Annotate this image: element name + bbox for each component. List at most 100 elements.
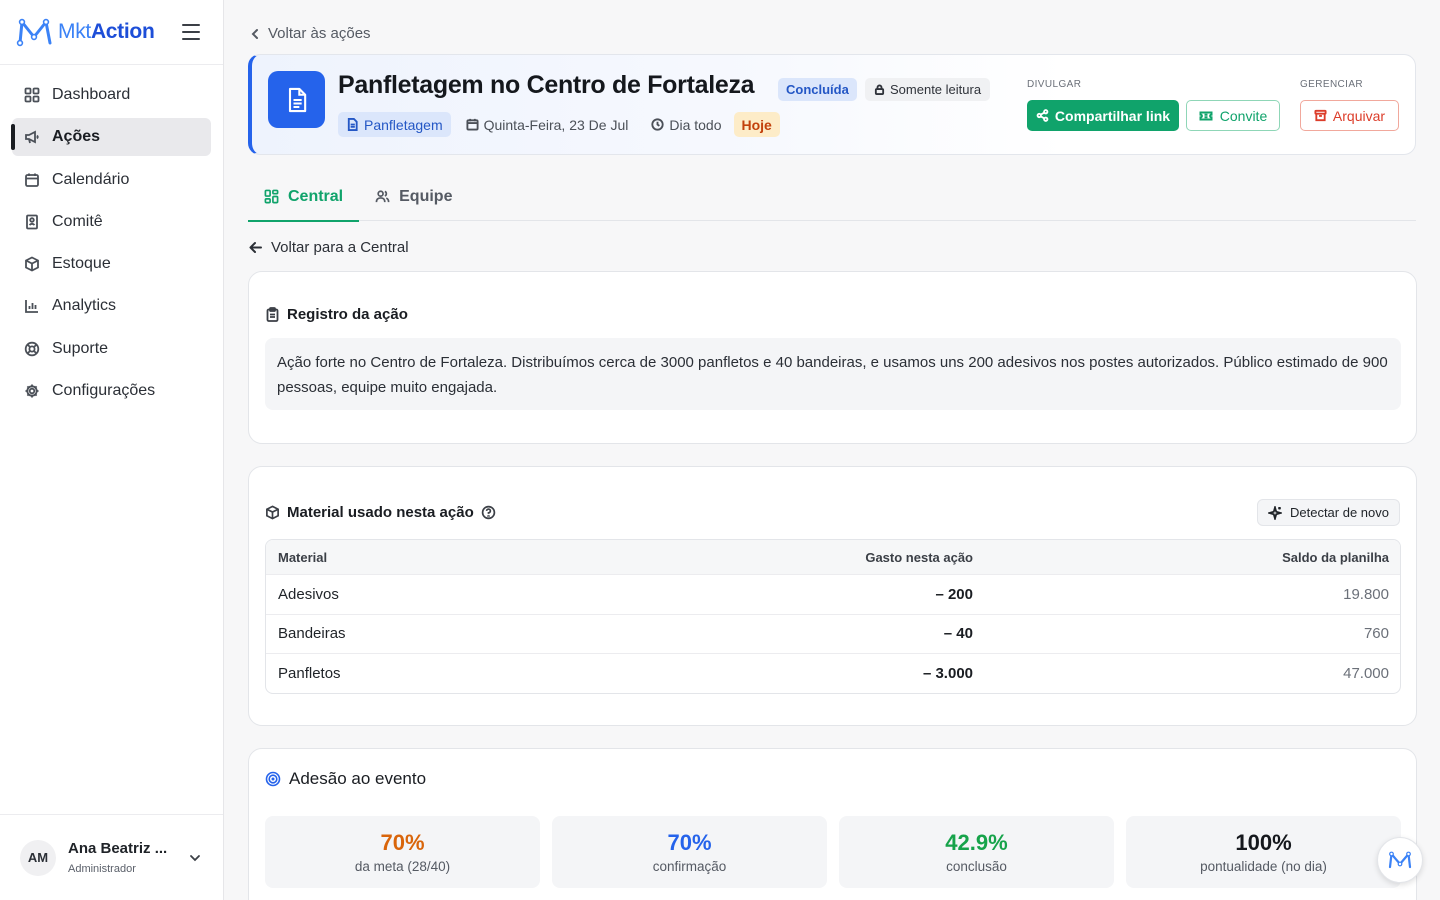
sidebar-item-estoque[interactable]: Estoque xyxy=(12,245,211,283)
sidebar-item-dashboard[interactable]: Dashboard xyxy=(12,76,211,114)
archive-label: Arquivar xyxy=(1332,107,1386,124)
stat-goal: 70% da meta (28/40) xyxy=(265,816,540,888)
sidebar-item-configuracoes[interactable]: Configurações xyxy=(12,372,211,410)
material-name: Panfletos xyxy=(278,664,341,682)
grid-icon xyxy=(24,87,40,103)
sidebar-item-label: Suporte xyxy=(52,339,109,357)
stat-value: 100% xyxy=(1235,830,1292,855)
user-role: Administrador xyxy=(68,863,136,875)
user-menu[interactable]: AM Ana Beatriz ... Administrador xyxy=(0,814,223,900)
action-type-badge: Panfletagem xyxy=(338,112,451,137)
stat-label: confirmação xyxy=(652,859,727,874)
brand-logo[interactable]: MktAction xyxy=(16,17,155,47)
sidebar-item-suporte[interactable]: Suporte xyxy=(12,330,211,368)
material-title-label: Material usado nesta ação xyxy=(287,504,474,521)
clipboard-icon xyxy=(266,307,279,322)
lifebuoy-icon xyxy=(24,341,40,357)
box-icon xyxy=(266,505,279,520)
chevron-down-icon[interactable] xyxy=(188,851,202,865)
detect-again-button[interactable]: Detectar de novo xyxy=(1256,499,1400,526)
sidebar-item-label: Estoque xyxy=(52,255,111,273)
sidebar-item-acoes[interactable]: Ações xyxy=(11,118,211,157)
stat-value: 70% xyxy=(667,830,712,855)
tab-equipe[interactable]: Equipe xyxy=(359,172,468,221)
ticket-icon xyxy=(1199,111,1213,120)
back-to-actions-link[interactable]: Voltar às ações xyxy=(248,25,371,42)
calendar-icon xyxy=(466,118,479,131)
brand-name: MktAction xyxy=(58,20,155,43)
divulgar-section-label: DIVULGAR xyxy=(1027,79,1082,90)
stat-label: da meta (28/40) xyxy=(354,859,451,874)
dashboard-icon xyxy=(264,189,279,204)
gerenciar-section-label: GERENCIAR xyxy=(1300,79,1364,90)
action-time: Dia todo xyxy=(643,112,729,137)
action-log-title-label: Registro da ação xyxy=(287,306,408,323)
help-icon[interactable] xyxy=(481,505,496,520)
hamburger-menu-icon[interactable] xyxy=(180,22,202,42)
readonly-label: Somente leitura xyxy=(890,82,982,97)
stat-label: conclusão xyxy=(946,859,1007,874)
archive-icon xyxy=(1314,109,1327,122)
invite-label: Convite xyxy=(1219,107,1268,124)
back-to-central-link[interactable]: Voltar para a Central xyxy=(248,239,409,256)
stat-confirmation: 70% confirmação xyxy=(552,816,827,888)
column-header-material: Material xyxy=(278,549,328,565)
share-link-label: Compartilhar link xyxy=(1054,107,1171,124)
column-header-spent: Gasto nesta ação xyxy=(865,549,973,565)
column-header-balance: Saldo da planilha xyxy=(1282,549,1389,565)
archive-button[interactable]: Arquivar xyxy=(1300,100,1399,131)
logo-row: MktAction xyxy=(0,0,223,65)
building-icon xyxy=(24,214,40,230)
sparkles-icon xyxy=(1267,505,1282,520)
arrow-left-icon xyxy=(249,242,262,253)
material-spent: – 200 xyxy=(935,585,973,603)
sidebar-item-label: Ações xyxy=(52,128,101,146)
clock-icon xyxy=(651,118,664,131)
sidebar-item-label: Calendário xyxy=(52,170,130,188)
bar-chart-icon xyxy=(24,298,40,314)
stat-label: pontualidade (no dia) xyxy=(1200,859,1327,874)
users-icon xyxy=(375,190,390,203)
material-name: Bandeiras xyxy=(278,625,346,643)
sidebar-item-analytics[interactable]: Analytics xyxy=(12,287,211,325)
sidebar-nav: Dashboard Ações Calendário Comitê Estoqu… xyxy=(0,65,223,410)
sidebar: MktAction Dashboard Ações Calendário Com… xyxy=(0,0,224,900)
attendance-title: Adesão ao evento xyxy=(265,769,426,789)
status-badge: Concluída xyxy=(778,78,857,101)
action-date: Quinta-Feira, 23 De Jul xyxy=(458,112,637,137)
material-spent: – 3.000 xyxy=(922,664,973,682)
invite-button[interactable]: Convite xyxy=(1186,100,1280,131)
table-row: Panfletos – 3.000 47.000 xyxy=(266,653,1400,693)
action-type-label: Panfletagem xyxy=(364,116,443,133)
tab-central[interactable]: Central xyxy=(248,172,360,222)
share-icon xyxy=(1036,109,1049,122)
sidebar-item-calendario[interactable]: Calendário xyxy=(12,161,211,199)
material-balance: 760 xyxy=(1363,625,1389,643)
brand-mark-icon xyxy=(16,18,52,47)
sidebar-item-label: Configurações xyxy=(52,382,156,400)
brand-mark-icon xyxy=(1388,851,1412,869)
action-header-card: Panfletagem no Centro de Fortaleza Concl… xyxy=(248,54,1416,155)
material-balance: 47.000 xyxy=(1343,664,1389,682)
material-balance: 19.800 xyxy=(1343,585,1389,603)
user-info: Ana Beatriz ... Administrador xyxy=(68,840,178,875)
action-log-title: Registro da ação xyxy=(265,306,408,323)
share-link-button[interactable]: Compartilhar link xyxy=(1027,100,1179,131)
stat-value: 70% xyxy=(380,830,425,855)
tab-bar: Central Equipe xyxy=(248,172,1416,222)
material-spent: – 40 xyxy=(943,625,973,643)
table-header: Material Gasto nesta ação Saldo da plani… xyxy=(266,540,1400,574)
back-to-central-label: Voltar para a Central xyxy=(271,239,409,256)
assistant-button[interactable] xyxy=(1377,837,1423,883)
readonly-badge: Somente leitura xyxy=(865,78,991,101)
action-date-label: Quinta-Feira, 23 De Jul xyxy=(483,116,629,133)
box-icon xyxy=(24,256,40,272)
lock-icon xyxy=(874,84,885,95)
attendance-card: Adesão ao evento 70% da meta (28/40) 70%… xyxy=(248,748,1417,900)
sidebar-item-label: Analytics xyxy=(52,297,117,315)
table-row: Adesivos – 200 19.800 xyxy=(266,574,1400,614)
action-log-text: Ação forte no Centro de Fortaleza. Distr… xyxy=(265,338,1401,410)
sidebar-item-comite[interactable]: Comitê xyxy=(12,203,211,241)
target-icon xyxy=(265,771,281,787)
chevron-left-icon xyxy=(251,28,258,39)
